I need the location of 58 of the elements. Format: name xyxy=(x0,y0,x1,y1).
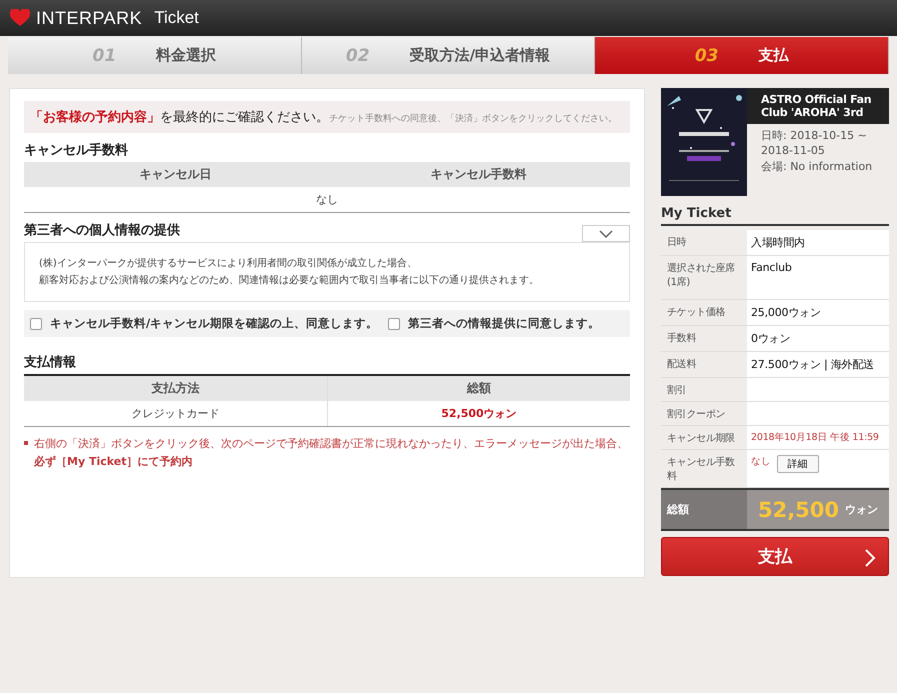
row-value: 27.500ウォン | 海外配送 xyxy=(747,352,889,377)
step-number: 01 xyxy=(92,46,116,66)
expand-toggle[interactable] xyxy=(582,225,630,242)
table-cell-text: なし xyxy=(315,192,339,208)
pay-button[interactable]: 支払 xyxy=(661,537,889,576)
total-amount: 52,500 xyxy=(758,498,840,522)
table-cell-text: クレジットカード xyxy=(130,406,220,422)
product-name: Ticket xyxy=(154,8,199,28)
column-header: 支払方法 xyxy=(24,376,327,401)
row-value-text: なし xyxy=(751,455,771,468)
row-label: 日時 xyxy=(666,236,688,250)
chevron-icon xyxy=(864,549,876,567)
step-tab[interactable]: 01 料金選択 xyxy=(8,37,302,74)
heart-icon xyxy=(10,9,30,27)
section-title: 支払情報 xyxy=(24,354,77,371)
checkbox-label: キャンセル手数料/キャンセル期限を確認の上、同意します。 xyxy=(50,316,378,331)
table-cell: 52,500ウォン xyxy=(327,401,630,426)
row-value: 0ウォン xyxy=(747,326,889,351)
checkbox[interactable] xyxy=(388,318,400,330)
step-tab[interactable]: 03 支払 xyxy=(595,37,890,74)
brand-name: INTERPARK xyxy=(36,8,142,28)
step-tab[interactable]: 02 受取方法/申込者情報 xyxy=(302,37,596,74)
step-label: 支払 xyxy=(758,46,789,65)
step-label: 受取方法/申込者情報 xyxy=(410,46,550,65)
notice-text: 「お客様の予約内容」を最終的にご確認ください。チケット手数料への同意後、「決済」ボタンをクリックしてください。 xyxy=(30,110,617,125)
row-value: 25,000ウォン xyxy=(747,300,889,325)
step-number: 03 xyxy=(694,46,719,66)
row-label: 割引クーポン xyxy=(666,408,726,422)
row-label: キャンセル手数料 xyxy=(666,456,736,484)
detail-button[interactable]: 詳細 xyxy=(776,455,819,473)
chevron-icon xyxy=(599,230,613,238)
event-venue: 会場: No information xyxy=(761,158,874,174)
row-value: 入場時間内 xyxy=(747,230,889,255)
event-date: 日時: 2018-10-15 ~ 2018-11-05 xyxy=(761,128,868,159)
row-label: 選択された座席(1席) xyxy=(666,262,736,290)
total-label: 総額 xyxy=(661,490,747,529)
column-header: キャンセル日 xyxy=(24,162,327,187)
event-title: ASTRO Official Fan Club 'AROHA' 3rd xyxy=(761,92,872,121)
row-label: チケット価格 xyxy=(666,306,726,320)
column-header: キャンセル手数料 xyxy=(327,162,630,187)
section-title: 第三者への個人情報の提供 xyxy=(24,222,180,239)
total-unit: ウォン xyxy=(845,502,878,517)
info-text: (株)インターパークが提供するサービスにより利用者間の取引関係が成立した場合、 顧客対応および公演情報の案内などのため、関連情報は必要な範囲内で取引当事者に以下の通り提供されます。 xyxy=(24,242,630,302)
section-title: My Ticket xyxy=(661,206,889,226)
warning-text: 右側の「決済」ボタンをクリック後、次のページで予約確認書が正常に現れなかったり、エラーメッセージが出た場合、 必ず［My Ticket］にて予約内 xyxy=(34,436,628,470)
row-label: 配送料 xyxy=(666,358,698,372)
step-label: 料金選択 xyxy=(156,46,216,65)
row-value: Fanclub xyxy=(747,256,889,299)
row-label: 割引 xyxy=(666,384,688,398)
row-label: 手数料 xyxy=(666,332,698,346)
checkbox[interactable] xyxy=(30,318,42,330)
step-number: 02 xyxy=(346,46,370,66)
column-header: 総額 xyxy=(327,376,630,401)
row-value: 2018年10月18日 午後 11:59 xyxy=(747,426,889,449)
section-title: キャンセル手数料 xyxy=(24,142,129,159)
bullet-icon xyxy=(24,441,28,445)
row-label: キャンセル期限 xyxy=(666,432,736,446)
checkbox-label: 第三者への情報提供に同意します。 xyxy=(408,316,600,331)
